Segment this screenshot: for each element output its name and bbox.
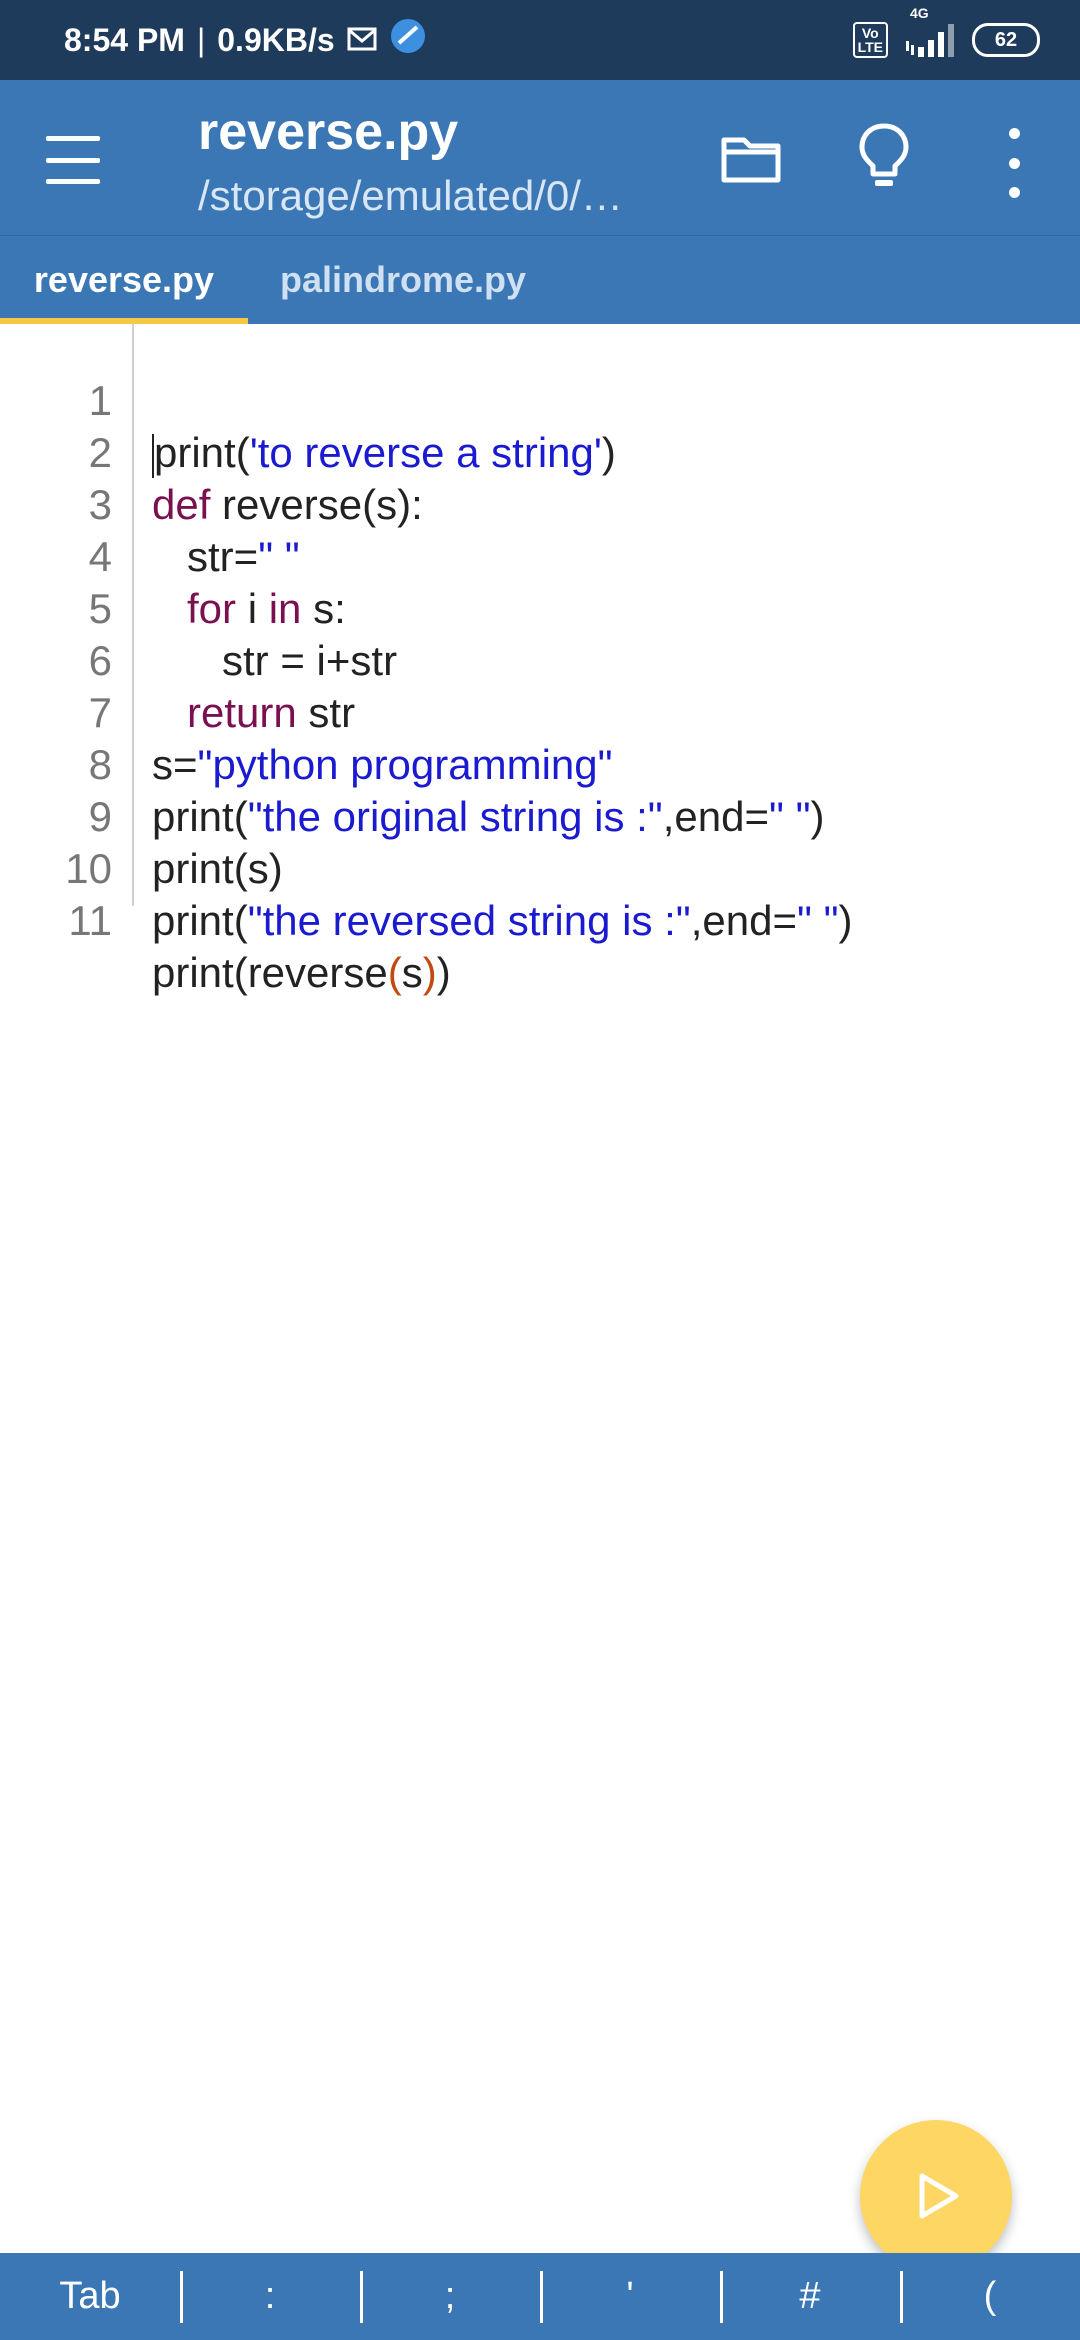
folder-icon[interactable] [718,126,784,192]
code-line: 2 def reverse(s): [0,375,1080,528]
run-button[interactable] [860,2120,1012,2272]
symbol-key-paren[interactable]: ( [900,2253,1080,2340]
status-bar: 8:54 PM | 0.9KB/s Vo LTE 4G 62 [0,0,1080,80]
code-line: 9 print(s) [0,739,1080,892]
code-line: 4 for i in s: [0,479,1080,632]
lightbulb-icon[interactable] [856,122,912,194]
tab-reverse-py[interactable]: reverse.py [0,236,248,324]
line-code: print("the reversed string is :",end=" "… [152,895,852,947]
string-token: "the reversed string is :" [247,897,691,944]
network-type: 4G [910,5,929,21]
symbol-key-colon[interactable]: : [180,2253,360,2340]
code-token: ,end= [690,897,797,944]
code-editor[interactable]: 1 print('to reverse a string') 2 def rev… [0,323,1080,2253]
play-icon [919,2173,959,2219]
app-bar: reverse.py /storage/emulated/0/… [0,80,1080,235]
hamburger-menu-icon[interactable] [46,130,106,190]
status-separator: | [196,21,206,58]
code-token: ) [436,949,451,996]
code-line: 1 print('to reverse a string') [0,323,1080,478]
file-title: reverse.py [198,103,459,161]
code-line: 10 print("the reversed string is :",end=… [0,791,1080,944]
status-time: 8:54 PM [64,21,185,58]
status-right: Vo LTE 4G 62 [852,0,1040,80]
battery-level: 62 [994,28,1018,51]
string-token: " " [796,897,839,944]
app-notification-icon [389,17,427,63]
symbol-key-hash[interactable]: # [720,2253,900,2340]
symbol-bar: Tab : ; ' # ( [0,2253,1080,2340]
code-token: ) [838,897,853,944]
code-line: 7 s="python programming" [0,635,1080,788]
more-vert-icon[interactable] [1000,128,1028,198]
signal-icon: 4G [902,5,958,57]
bracket-token: ) [422,949,437,996]
symbol-key-tab[interactable]: Tab [0,2253,180,2340]
symbol-key-semicolon[interactable]: ; [360,2253,540,2340]
code-line: 8 print("the original string is :",end="… [0,687,1080,840]
mail-icon [347,22,377,59]
tab-palindrome-py[interactable]: palindrome.py [280,236,526,324]
symbol-key-quote[interactable]: ' [540,2253,720,2340]
code-line: 3 str=" " [0,427,1080,580]
line-code: print(reverse(s)) [152,947,451,999]
volte-icon: Vo LTE [852,22,888,58]
code-token: print( [152,897,248,944]
code-line: 11 print(reverse(s)) [0,843,1080,996]
battery-icon: 62 [972,23,1040,57]
bracket-token: ( [387,949,402,996]
code-token: s [401,949,423,996]
file-tabs: reverse.py palindrome.py [0,235,1080,324]
status-speed: 0.9KB/s [217,21,335,58]
code-line: 6 return str [0,583,1080,736]
code-token: print(reverse [152,949,388,996]
file-path: /storage/emulated/0/… [198,172,623,219]
line-number: 11 [68,897,112,944]
code-line: 5 str = i+str [0,531,1080,684]
status-left: 8:54 PM | 0.9KB/s [64,0,427,80]
